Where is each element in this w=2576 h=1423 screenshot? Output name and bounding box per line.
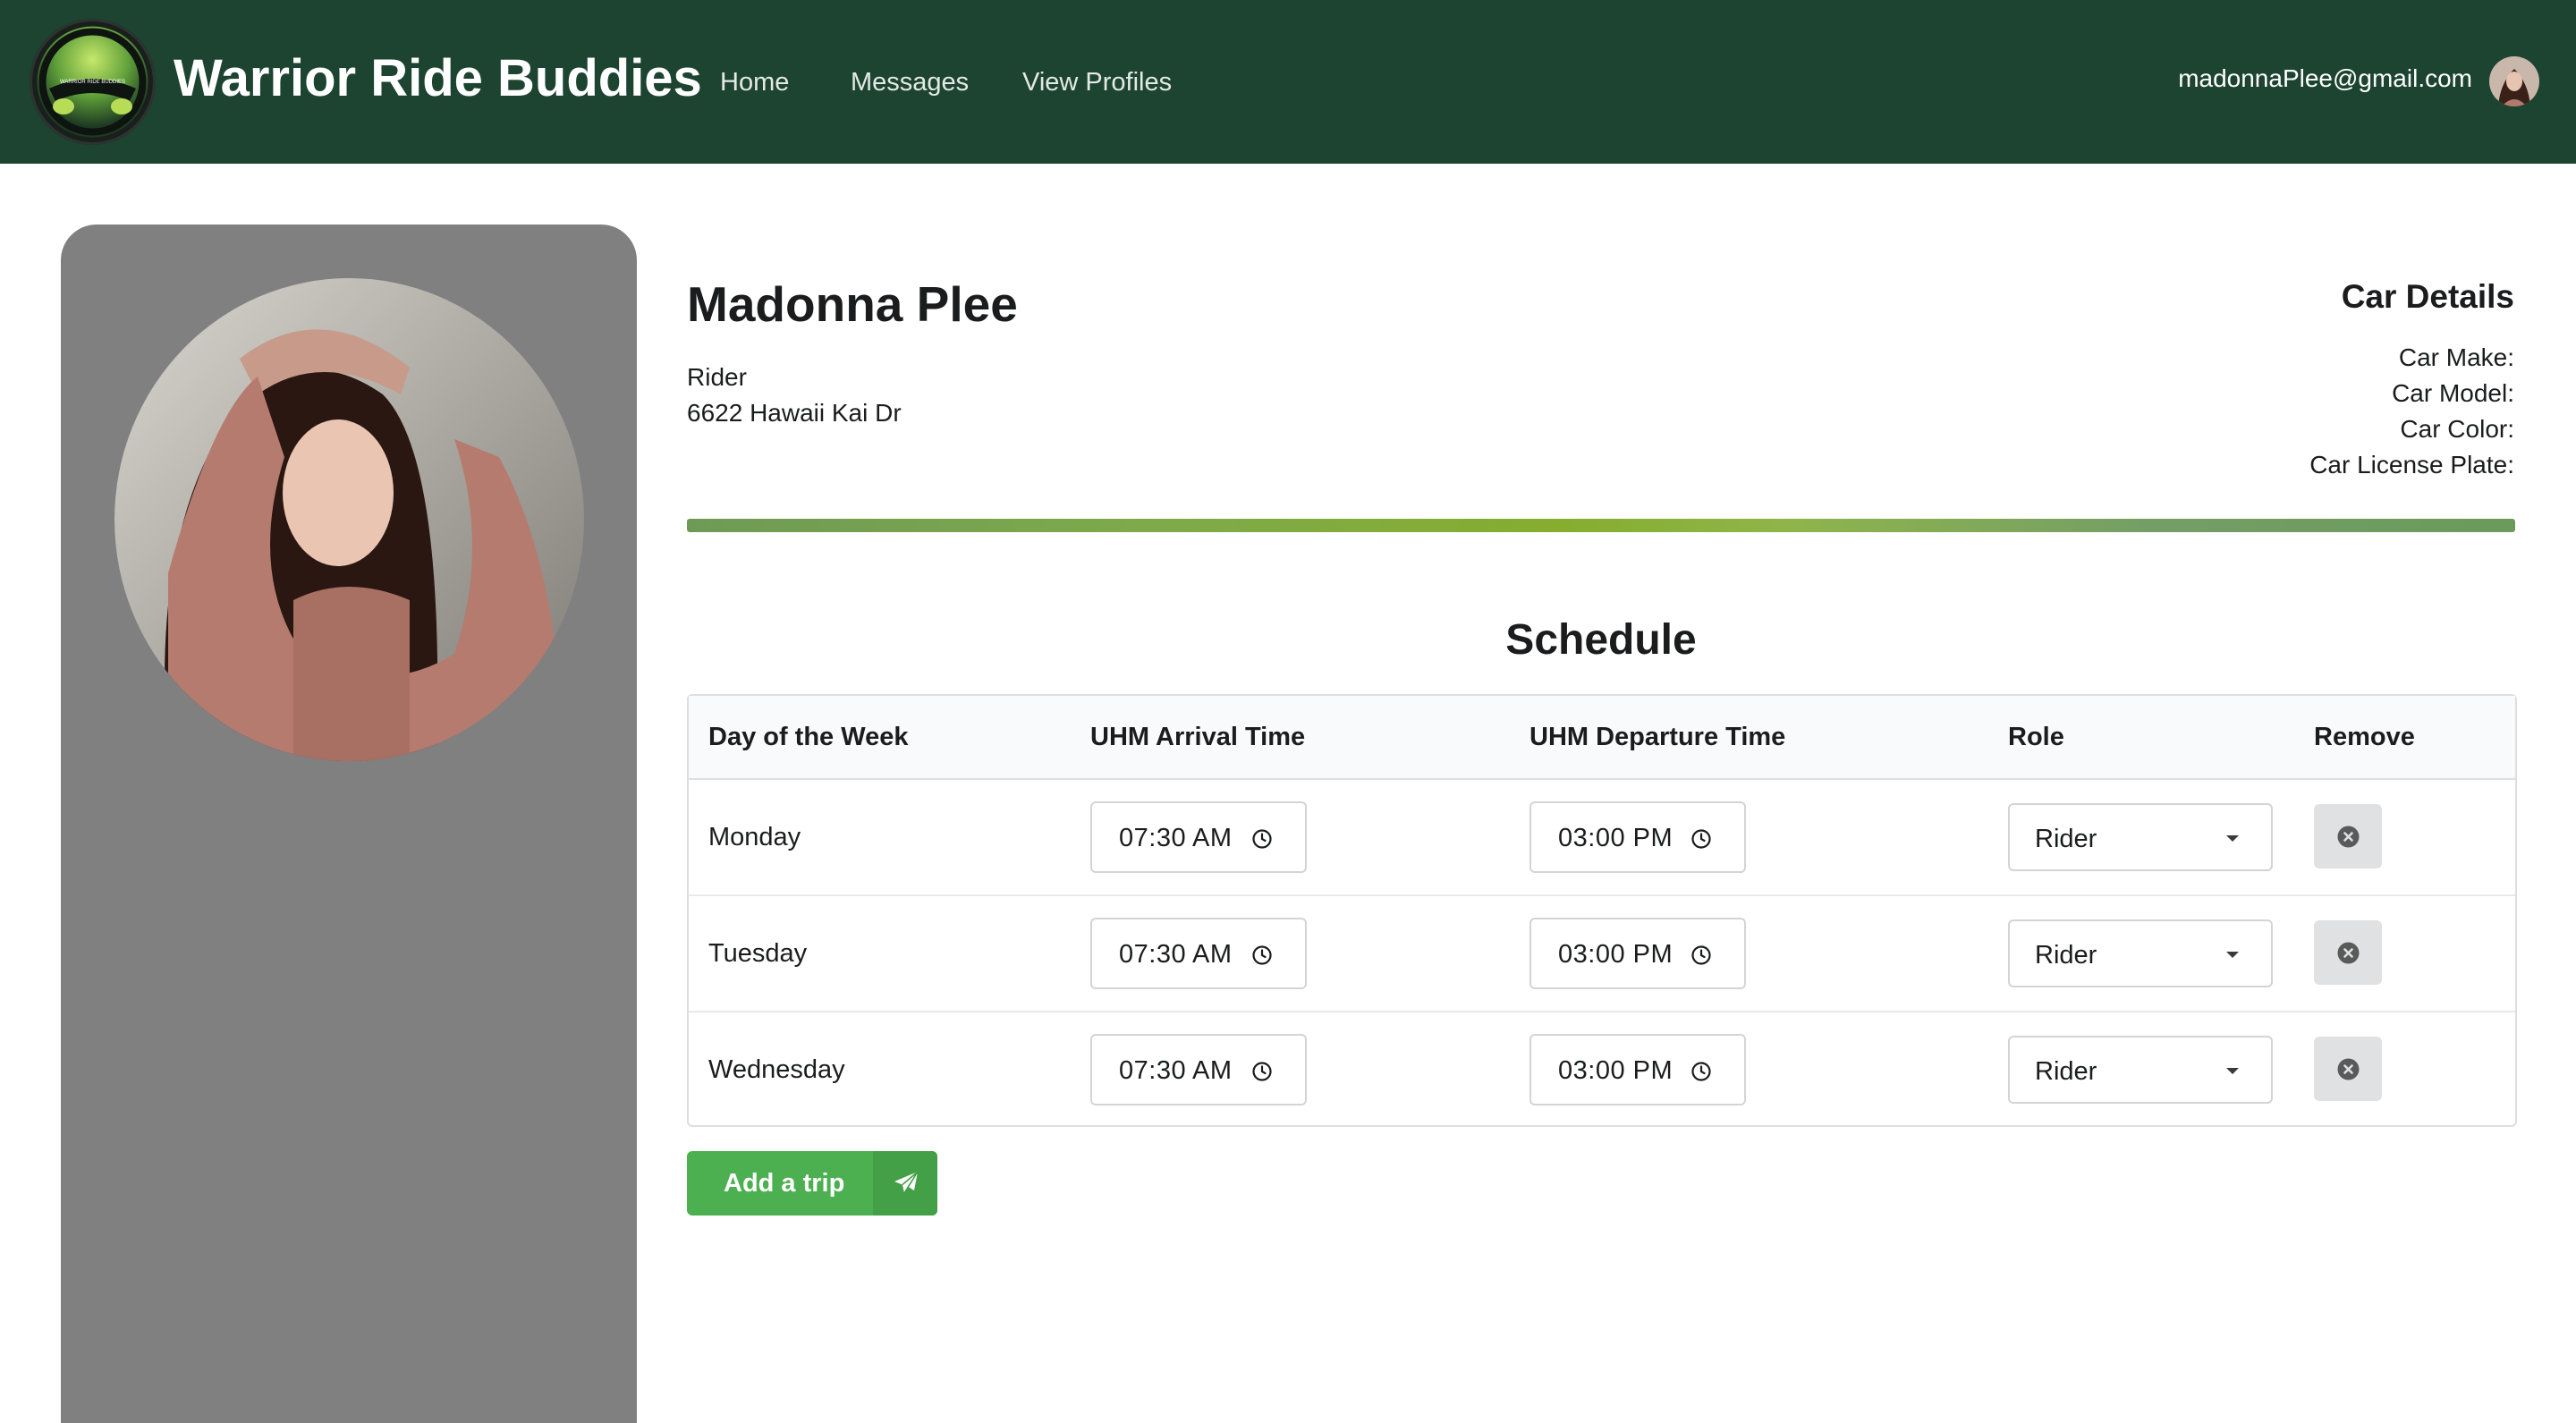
arrival-time-input[interactable]: 07:30 AM (1090, 801, 1307, 873)
close-circle-icon (2337, 826, 2360, 848)
car-details-title: Car Details (2341, 278, 2514, 315)
table-row: Monday 07:30 AM 03:00 PM Rider (689, 780, 2515, 896)
remove-button[interactable] (2314, 1037, 2382, 1101)
app-logo[interactable]: WARRIOR RIDE BUDDIES (30, 19, 156, 145)
departure-time-value: 03:00 PM (1558, 940, 1674, 969)
day-cell: Monday (708, 823, 801, 851)
nav-messages-link[interactable]: Messages (851, 64, 969, 100)
role-value: Rider (2035, 1057, 2097, 1086)
header-role: Role (2008, 723, 2064, 751)
day-cell: Wednesday (708, 1055, 845, 1084)
profile-name: Madonna Plee (687, 276, 1018, 332)
departure-time-input[interactable]: 03:00 PM (1530, 801, 1746, 873)
table-header: Day of the Week UHM Arrival Time UHM Dep… (689, 696, 2515, 780)
car-color-label: Car Color: (2400, 415, 2514, 443)
close-circle-icon (2337, 942, 2360, 964)
table-row: Tuesday 07:30 AM 03:00 PM Rider (689, 896, 2515, 1012)
arrival-time-value: 07:30 AM (1119, 1056, 1233, 1085)
departure-time-input[interactable]: 03:00 PM (1530, 918, 1746, 989)
role-dropdown[interactable]: Rider (2008, 1036, 2273, 1104)
arrival-time-value: 07:30 AM (1119, 940, 1233, 969)
nav-home-link[interactable]: Home (720, 64, 789, 100)
add-trip-label: Add a trip (724, 1169, 845, 1198)
clock-icon[interactable] (1690, 1061, 1712, 1082)
header-day: Day of the Week (708, 723, 909, 751)
clock-icon[interactable] (1690, 944, 1712, 966)
profile-photo (114, 278, 584, 761)
profile-sidebar (61, 224, 637, 1423)
user-avatar[interactable] (2489, 56, 2539, 106)
departure-time-input[interactable]: 03:00 PM (1530, 1034, 1746, 1105)
role-value: Rider (2035, 825, 2097, 853)
clock-icon[interactable] (1251, 828, 1273, 850)
svg-text:WARRIOR RIDE BUDDIES: WARRIOR RIDE BUDDIES (60, 80, 125, 85)
nav-view-profiles-link[interactable]: View Profiles (1022, 64, 1172, 100)
section-divider (687, 519, 2515, 532)
schedule-title: Schedule (1505, 616, 1697, 664)
paper-plane-icon (894, 1171, 919, 1194)
car-make-label: Car Make: (2398, 343, 2514, 371)
arrival-time-input[interactable]: 07:30 AM (1090, 1034, 1307, 1105)
caret-down-icon (2226, 952, 2239, 958)
header-arrival: UHM Arrival Time (1090, 723, 1306, 751)
arrival-time-input[interactable]: 07:30 AM (1090, 918, 1307, 989)
car-license-plate-label: Car License Plate: (2309, 451, 2514, 479)
profile-address: 6622 Hawaii Kai Dr (687, 399, 902, 427)
clock-icon[interactable] (1690, 828, 1712, 850)
departure-time-value: 03:00 PM (1558, 1056, 1674, 1085)
header-remove: Remove (2314, 723, 2415, 751)
remove-button[interactable] (2314, 920, 2382, 985)
role-dropdown[interactable]: Rider (2008, 803, 2273, 871)
table-row: Wednesday 07:30 AM 03:00 PM Rider (689, 1012, 2515, 1125)
clock-icon[interactable] (1251, 1061, 1273, 1082)
car-model-label: Car Model: (2392, 379, 2514, 407)
caret-down-icon (2226, 1068, 2239, 1074)
caret-down-icon (2226, 835, 2239, 842)
clock-icon[interactable] (1251, 944, 1273, 966)
remove-button[interactable] (2314, 804, 2382, 868)
navbar: WARRIOR RIDE BUDDIES Warrior Ride Buddie… (0, 0, 2576, 164)
day-cell: Tuesday (708, 939, 808, 968)
role-dropdown[interactable]: Rider (2008, 919, 2273, 987)
header-departure: UHM Departure Time (1530, 723, 1786, 751)
user-email[interactable]: madonnaPlee@gmail.com (2178, 61, 2472, 97)
add-trip-button[interactable]: Add a trip (687, 1151, 937, 1215)
add-trip-icon-box (873, 1151, 937, 1215)
role-value: Rider (2035, 941, 2097, 970)
arrival-time-value: 07:30 AM (1119, 824, 1233, 852)
profile-role: Rider (687, 363, 747, 391)
departure-time-value: 03:00 PM (1558, 824, 1674, 852)
app-title[interactable]: Warrior Ride Buddies (174, 43, 702, 114)
close-circle-icon (2337, 1058, 2360, 1080)
schedule-table: Day of the Week UHM Arrival Time UHM Dep… (687, 694, 2517, 1127)
